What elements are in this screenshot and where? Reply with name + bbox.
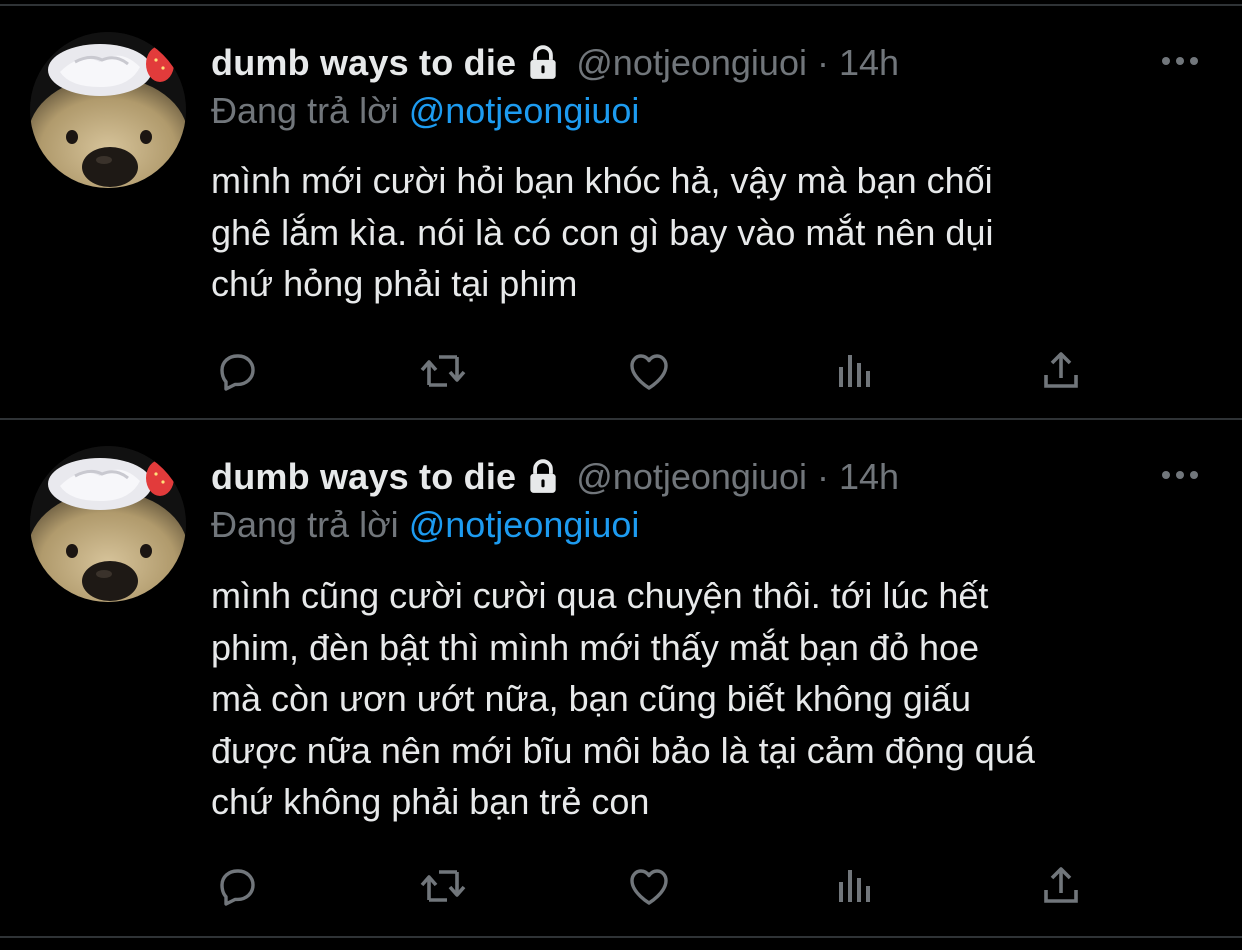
reply-icon xyxy=(220,869,255,906)
retweet-icon xyxy=(420,870,466,902)
replying-prefix: Đang trả lời xyxy=(211,90,399,131)
reply-button[interactable] xyxy=(211,347,263,395)
share-button[interactable] xyxy=(1035,347,1087,395)
timestamp[interactable]: 14h xyxy=(839,42,899,84)
separator-dot: · xyxy=(816,456,829,497)
tweet-text-line: mình cũng cười cười qua chuyện thôi. tới… xyxy=(211,575,989,616)
tweet-text: mình cũng cười cười qua chuyện thôi. tới… xyxy=(211,570,1211,828)
share-icon xyxy=(1044,352,1078,388)
more-button[interactable] xyxy=(1160,46,1200,76)
author-name[interactable]: dumb ways to die xyxy=(211,42,516,84)
tweet-text: mình mới cười hỏi bạn khóc hả, vậy mà bạ… xyxy=(211,155,1211,310)
share-button[interactable] xyxy=(1035,862,1087,910)
dog-avatar-icon xyxy=(30,32,186,188)
tweet-text-line: chứ không phải bạn trẻ con xyxy=(211,781,650,822)
like-icon xyxy=(630,869,668,905)
analytics-button[interactable] xyxy=(829,862,881,910)
like-button[interactable] xyxy=(623,347,675,395)
reply-mention-link[interactable]: @notjeongiuoi xyxy=(409,504,640,545)
tweet-text-line: mà còn ươn ướt nữa, bạn cũng biết không … xyxy=(211,678,971,719)
dog-avatar-icon xyxy=(30,446,186,602)
share-icon xyxy=(1044,867,1078,903)
tweet-text-line: phim, đèn bật thì mình mới thấy mắt bạn … xyxy=(211,626,980,668)
lock-icon xyxy=(524,458,562,496)
tweet[interactable]: dumb ways to die @notjeongiuoi · 14h Đan… xyxy=(0,0,1242,418)
tweet-text-line: chứ hỏng phải tại phim xyxy=(211,263,578,304)
timestamp[interactable]: 14h xyxy=(839,456,899,498)
author-handle[interactable]: @notjeongiuoi xyxy=(576,456,807,498)
analytics-button[interactable] xyxy=(829,347,881,395)
retweet-icon xyxy=(420,355,466,387)
tweet-actions xyxy=(211,862,1091,910)
tweet[interactable]: dumb ways to die @notjeongiuoi · 14h Đan… xyxy=(0,420,1242,936)
author-handle[interactable]: @notjeongiuoi xyxy=(576,42,807,84)
author-name[interactable]: dumb ways to die xyxy=(211,456,516,498)
replying-prefix: Đang trả lời xyxy=(211,504,399,545)
separator-dot: · xyxy=(816,42,829,83)
more-icon xyxy=(1162,57,1198,65)
avatar[interactable] xyxy=(30,446,186,602)
more-icon xyxy=(1162,471,1198,479)
analytics-icon xyxy=(839,355,870,387)
tweet-text-line: mình mới cười hỏi bạn khóc hả, vậy mà bạ… xyxy=(211,160,993,201)
retweet-button[interactable] xyxy=(417,347,469,395)
tweet-actions xyxy=(211,347,1091,395)
replying-to: Đang trả lời @notjeongiuoi xyxy=(211,504,639,546)
like-icon xyxy=(630,354,668,390)
tweet-header: dumb ways to die @notjeongiuoi · 14h xyxy=(211,40,899,86)
bottom-divider xyxy=(0,936,1242,938)
lock-icon xyxy=(524,44,562,82)
more-button[interactable] xyxy=(1160,460,1200,490)
reply-mention-link[interactable]: @notjeongiuoi xyxy=(409,90,640,131)
replying-to: Đang trả lời @notjeongiuoi xyxy=(211,90,639,132)
avatar[interactable] xyxy=(30,32,186,188)
tweet-header: dumb ways to die @notjeongiuoi · 14h xyxy=(211,454,899,500)
tweet-text-line: được nữa nên mới bĩu môi bảo là tại cảm … xyxy=(211,729,1035,771)
analytics-icon xyxy=(839,870,870,902)
like-button[interactable] xyxy=(623,862,675,910)
reply-icon xyxy=(220,354,255,391)
reply-button[interactable] xyxy=(211,862,263,910)
retweet-button[interactable] xyxy=(417,862,469,910)
tweet-text-line: ghê lắm kìa. nói là có con gì bay vào mắ… xyxy=(211,211,994,253)
